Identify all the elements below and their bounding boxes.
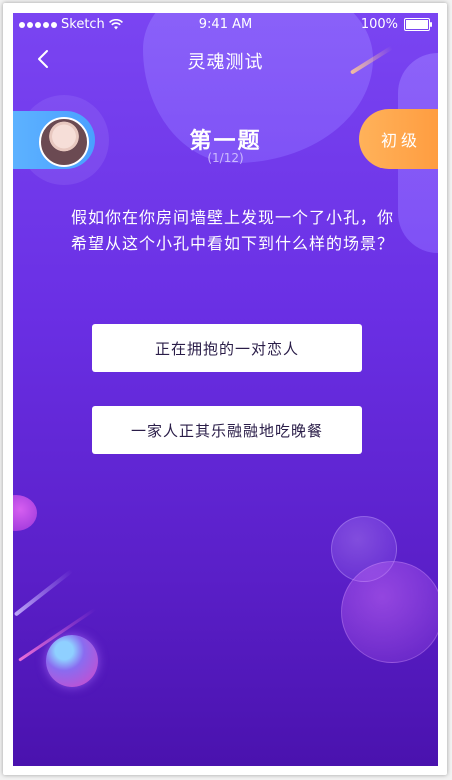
level-badge: 初级 xyxy=(359,109,438,169)
meteor-streak xyxy=(13,569,73,617)
battery-icon xyxy=(404,18,432,31)
status-bar: Sketch 9:41 AM 100% xyxy=(13,13,438,35)
question-text: 假如你在你房间墙壁上发现一个了小孔，你希望从这个小孔中看如下到什么样的场景？ xyxy=(71,208,395,253)
decorative-bubble xyxy=(341,561,438,663)
option-button-1[interactable]: 正在拥抱的一对恋人 xyxy=(92,324,362,372)
option-button-2[interactable]: 一家人正其乐融融地吃晚餐 xyxy=(92,406,362,454)
page-title: 灵魂测试 xyxy=(187,52,264,73)
planet-icon xyxy=(46,635,98,687)
level-label: 初级 xyxy=(381,131,422,150)
option-label: 一家人正其乐融融地吃晚餐 xyxy=(130,421,323,440)
device-frame: Sketch 9:41 AM 100% 灵魂测试 第一题 (1/12) 初级 假… xyxy=(3,3,447,775)
option-label: 正在拥抱的一对恋人 xyxy=(154,339,299,358)
app-screen: Sketch 9:41 AM 100% 灵魂测试 第一题 (1/12) 初级 假… xyxy=(13,13,438,766)
decorative-bubble xyxy=(13,495,37,531)
battery-group: 100% xyxy=(360,17,432,32)
battery-percent: 100% xyxy=(360,17,398,32)
